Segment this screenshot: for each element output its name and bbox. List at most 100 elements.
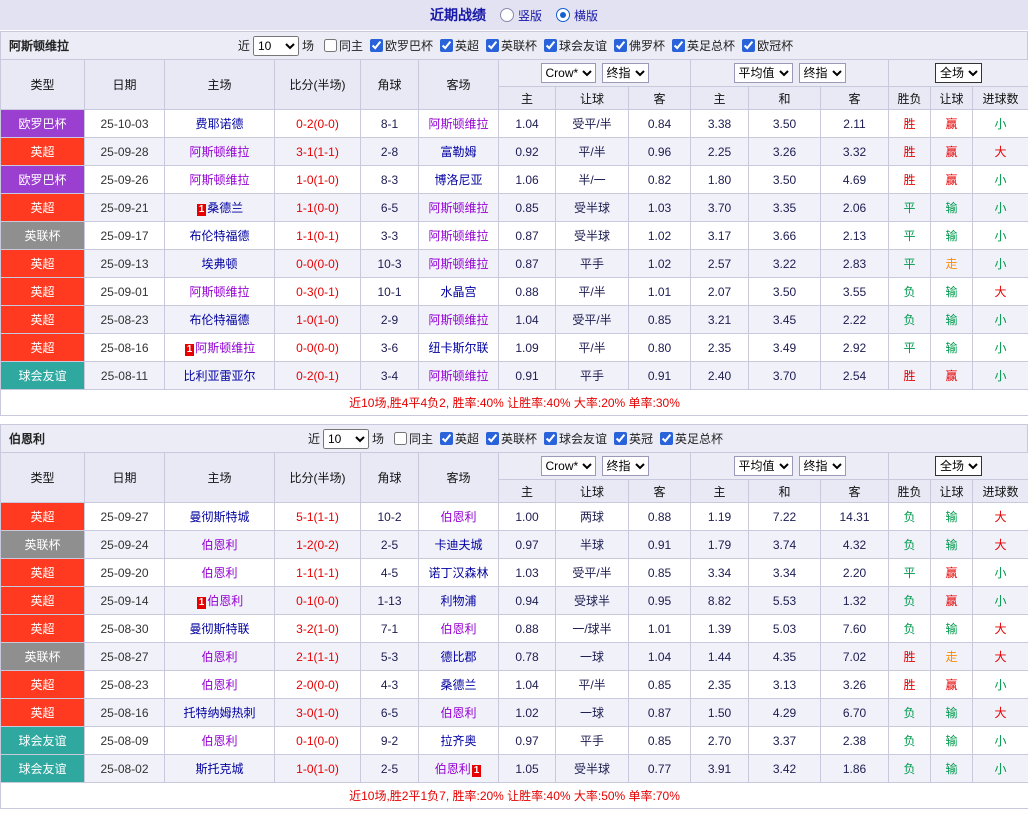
away-team-link[interactable]: 诺丁汉森林	[428, 566, 488, 580]
league-filter-checkbox[interactable]: 球会友谊	[544, 430, 607, 447]
away-team-link[interactable]: 富勒姆	[440, 145, 476, 159]
recent-count-select[interactable]: 10	[323, 429, 369, 449]
recent-count-select[interactable]: 10	[253, 36, 299, 56]
scope-select[interactable]: 全场	[935, 63, 982, 83]
odds-stage-select[interactable]: 终指	[602, 456, 649, 476]
home-team-link[interactable]: 托特纳姆热刺	[183, 706, 255, 720]
league-filter-checkbox-input[interactable]	[370, 39, 383, 52]
avg-stage-select[interactable]: 终指	[799, 456, 846, 476]
away-team-link[interactable]: 桑德兰	[440, 678, 476, 692]
home-team-link[interactable]: 伯恩利	[201, 678, 237, 692]
league-filter-checkbox[interactable]: 佛罗杯	[614, 37, 665, 54]
away-team-link[interactable]: 阿斯顿维拉	[428, 117, 488, 131]
league-filter-checkbox-input[interactable]	[440, 432, 453, 445]
home-team-link[interactable]: 费耶诺德	[195, 117, 243, 131]
league-filter-checkbox-input[interactable]	[544, 432, 557, 445]
home-team-link[interactable]: 阿斯顿维拉	[189, 145, 249, 159]
home-team-link[interactable]: 阿斯顿维拉	[195, 341, 255, 355]
away-team-link[interactable]: 伯恩利	[440, 706, 476, 720]
home-team-link[interactable]: 阿斯顿维拉	[189, 173, 249, 187]
away-team-link[interactable]: 阿斯顿维拉	[428, 257, 488, 271]
league-filter-checkbox-input[interactable]	[660, 432, 673, 445]
home-team-cell: 费耶诺德	[165, 110, 275, 138]
league-filter-checkbox-input[interactable]	[614, 39, 627, 52]
result-cell: 平	[889, 334, 931, 362]
league-filter-checkbox[interactable]: 球会友谊	[544, 37, 607, 54]
same-home-checkbox[interactable]: 同主	[324, 37, 363, 54]
home-team-link[interactable]: 比利亚雷亚尔	[183, 369, 255, 383]
handicap-result-cell: 输	[931, 755, 973, 783]
date-cell: 25-08-27	[85, 643, 165, 671]
scope-select[interactable]: 全场	[935, 456, 982, 476]
league-filter-checkbox-input[interactable]	[614, 432, 627, 445]
away-team-link[interactable]: 水晶宫	[440, 285, 476, 299]
league-filter-checkbox[interactable]: 欧冠杯	[742, 37, 793, 54]
home-team-link[interactable]: 斯托克城	[195, 762, 243, 776]
away-team-link[interactable]: 德比郡	[440, 650, 476, 664]
layout-radio[interactable]: 竖版	[500, 7, 542, 24]
odds-away-cell: 0.82	[629, 166, 691, 194]
away-team-link[interactable]: 阿斯顿维拉	[428, 229, 488, 243]
home-team-link[interactable]: 阿斯顿维拉	[189, 285, 249, 299]
odds-away-cell: 0.80	[629, 334, 691, 362]
avg-source-select[interactable]: 平均值	[734, 456, 793, 476]
league-filter-checkbox[interactable]: 英联杯	[486, 430, 537, 447]
avg-source-select[interactable]: 平均值	[734, 63, 793, 83]
league-filter-checkbox-input[interactable]	[544, 39, 557, 52]
league-filter-checkbox-input[interactable]	[486, 432, 499, 445]
same-home-checkbox-input[interactable]	[394, 432, 407, 445]
away-team-link[interactable]: 利物浦	[440, 594, 476, 608]
date-cell: 25-09-17	[85, 222, 165, 250]
away-team-cell: 伯恩利	[419, 503, 499, 531]
away-team-link[interactable]: 阿斯顿维拉	[428, 313, 488, 327]
home-team-link[interactable]: 桑德兰	[207, 201, 243, 215]
home-team-link[interactable]: 伯恩利	[201, 650, 237, 664]
odds-stage-select[interactable]: 终指	[602, 63, 649, 83]
league-filter-checkbox[interactable]: 英足总杯	[672, 37, 735, 54]
home-team-link[interactable]: 伯恩利	[201, 538, 237, 552]
away-team-link[interactable]: 博洛尼亚	[434, 173, 482, 187]
home-team-link[interactable]: 埃弗顿	[201, 257, 237, 271]
league-filter-checkbox[interactable]: 欧罗巴杯	[370, 37, 433, 54]
match-row: 英联杯25-09-17布伦特福德1-1(0-1)3-3阿斯顿维拉0.87受半球1…	[1, 222, 1028, 250]
league-filter-checkbox[interactable]: 英足总杯	[660, 430, 723, 447]
result-cell: 胜	[889, 643, 931, 671]
away-team-link[interactable]: 阿斯顿维拉	[428, 369, 488, 383]
league-filter-checkbox[interactable]: 英冠	[614, 430, 653, 447]
avg-stage-select[interactable]: 终指	[799, 63, 846, 83]
home-team-link[interactable]: 布伦特福德	[189, 313, 249, 327]
league-filter-checkbox-input[interactable]	[672, 39, 685, 52]
league-filter-checkbox[interactable]: 英超	[440, 37, 479, 54]
same-home-checkbox-input[interactable]	[324, 39, 337, 52]
corner-cell: 1-13	[361, 587, 419, 615]
home-team-link[interactable]: 曼彻斯特城	[189, 510, 249, 524]
away-team-link[interactable]: 纽卡斯尔联	[428, 341, 488, 355]
home-team-link[interactable]: 布伦特福德	[189, 229, 249, 243]
layout-radio[interactable]: 横版	[556, 7, 598, 24]
league-filter-checkbox[interactable]: 英联杯	[486, 37, 537, 54]
league-filter-checkbox[interactable]: 英超	[440, 430, 479, 447]
away-team-link[interactable]: 卡迪夫城	[434, 538, 482, 552]
odds-source-select[interactable]: Crow*	[541, 456, 596, 476]
home-team-link[interactable]: 伯恩利	[207, 594, 243, 608]
home-team-link[interactable]: 伯恩利	[201, 566, 237, 580]
header-row-top: 类型日期主场比分(半场)角球客场Crow*终指平均值终指全场	[1, 453, 1028, 480]
away-team-link[interactable]: 伯恩利	[440, 510, 476, 524]
league-filter-checkbox-input[interactable]	[440, 39, 453, 52]
odds-home-cell: 1.04	[499, 306, 556, 334]
away-team-link[interactable]: 拉齐奥	[440, 734, 476, 748]
goals-result-cell: 小	[973, 334, 1028, 362]
home-team-link[interactable]: 伯恩利	[201, 734, 237, 748]
away-team-link[interactable]: 伯恩利	[435, 762, 471, 776]
match-row: 欧罗巴杯25-09-26阿斯顿维拉1-0(1-0)8-3博洛尼亚1.06半/一0…	[1, 166, 1028, 194]
away-team-link[interactable]: 伯恩利	[440, 622, 476, 636]
league-cell: 球会友谊	[1, 362, 85, 390]
handicap-cell: 两球	[556, 503, 629, 531]
handicap-cell: 受半球	[556, 194, 629, 222]
odds-source-select[interactable]: Crow*	[541, 63, 596, 83]
same-home-checkbox[interactable]: 同主	[394, 430, 433, 447]
away-team-link[interactable]: 阿斯顿维拉	[428, 201, 488, 215]
league-filter-checkbox-input[interactable]	[486, 39, 499, 52]
league-filter-checkbox-input[interactable]	[742, 39, 755, 52]
home-team-link[interactable]: 曼彻斯特联	[189, 622, 249, 636]
